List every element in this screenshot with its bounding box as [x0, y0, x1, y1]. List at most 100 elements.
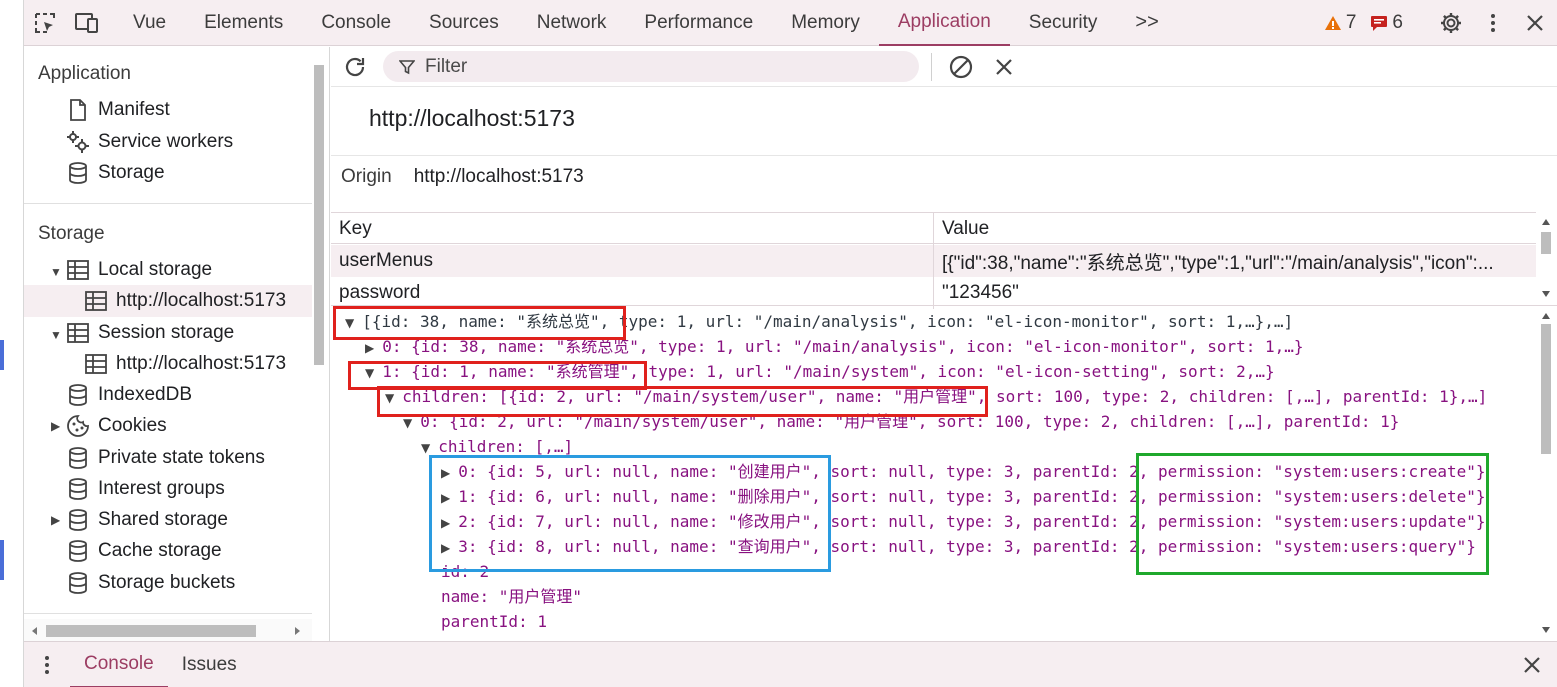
- sidebar-item-local-storage-origin[interactable]: http://localhost:5173: [84, 287, 286, 315]
- sidebar-item-label: Cache storage: [98, 540, 222, 561]
- file-icon: [66, 98, 90, 122]
- sidebar-item-indexeddb[interactable]: IndexedDB: [66, 381, 192, 409]
- tab-security[interactable]: Security: [1010, 0, 1117, 46]
- sidebar-item-storage[interactable]: Storage: [66, 159, 165, 187]
- sidebar-item-shared-storage[interactable]: Shared storage: [66, 506, 228, 534]
- close-drawer-icon[interactable]: [1523, 656, 1541, 680]
- tab-application[interactable]: Application: [878, 0, 1010, 46]
- sidebar-item-label: Shared storage: [98, 509, 228, 530]
- filter-input[interactable]: Filter: [383, 51, 919, 82]
- expanded-arrow-icon[interactable]: ▼: [345, 316, 354, 330]
- sidebar-item-cache-storage[interactable]: Cache storage: [66, 537, 222, 565]
- collapsed-arrow-icon[interactable]: ▶: [51, 513, 60, 527]
- preview-line[interactable]: ▼ children: [{id: 2, url: "/main/system/u…: [385, 384, 1487, 409]
- sidebar-item-session-storage-origin[interactable]: http://localhost:5173: [84, 350, 286, 378]
- sidebar-vertical-scrollbar[interactable]: [313, 55, 325, 615]
- gears-icon: [66, 130, 90, 154]
- tab-sources[interactable]: Sources: [410, 0, 518, 46]
- preview-line[interactable]: ▶ 3: {id: 8, url: null, name: "查询用户", sor…: [441, 534, 1476, 559]
- preview-line[interactable]: ▼ 0: {id: 2, url: "/main/system/user", na…: [403, 409, 1399, 434]
- table-row[interactable]: userMenus [{"id":38,"name":"系统总览","type"…: [331, 245, 1536, 277]
- sidebar-item-label: Session storage: [98, 322, 235, 343]
- table-vertical-scrollbar[interactable]: [1539, 214, 1553, 302]
- sidebar-horizontal-scrollbar[interactable]: [24, 619, 312, 641]
- storage-table: Key Value userMenus [{"id":38,"name":"系统…: [331, 212, 1557, 309]
- application-heading: Application: [38, 63, 131, 84]
- storage-filter-bar: Filter: [331, 47, 1557, 87]
- collapsed-arrow-icon[interactable]: ▶: [365, 341, 374, 355]
- sidebar-item-service-workers[interactable]: Service workers: [66, 128, 233, 156]
- tab-performance[interactable]: Performance: [625, 0, 772, 46]
- database-icon: [66, 508, 90, 532]
- preview-line[interactable]: ▶ 0: {id: 5, url: null, name: "创建用户", sor…: [441, 459, 1486, 484]
- warnings-badge[interactable]: 7: [1324, 12, 1356, 34]
- sidebar-item-label: Cookies: [98, 415, 167, 436]
- sidebar-item-local-storage[interactable]: Local storage: [66, 256, 212, 284]
- settings-gear-icon[interactable]: [1429, 0, 1473, 46]
- expanded-arrow-icon[interactable]: ▼: [50, 328, 62, 342]
- messages-count: 6: [1392, 12, 1403, 33]
- tab-elements[interactable]: Elements: [185, 0, 302, 46]
- table-icon: [66, 258, 90, 282]
- filter-placeholder: Filter: [425, 55, 468, 77]
- refresh-icon[interactable]: [343, 55, 367, 85]
- sidebar-item-cookies[interactable]: Cookies: [66, 412, 167, 440]
- sidebar-item-interest-groups[interactable]: Interest groups: [66, 475, 225, 503]
- database-icon: [66, 161, 90, 185]
- clear-all-icon[interactable]: [948, 54, 974, 86]
- preview-line[interactable]: ▼ [{id: 38, name: "系统总览", type: 1, url: "…: [345, 309, 1293, 334]
- preview-vertical-scrollbar[interactable]: [1539, 308, 1553, 638]
- drawer-tab-console[interactable]: Console: [70, 642, 168, 687]
- delete-selected-icon[interactable]: [995, 58, 1013, 82]
- tab-memory[interactable]: Memory: [772, 0, 879, 46]
- sidebar-item-private-state-tokens[interactable]: Private state tokens: [66, 444, 265, 472]
- page-edge-mark: [0, 340, 4, 370]
- sidebar-item-label: Storage: [98, 162, 165, 183]
- tab-network[interactable]: Network: [518, 0, 626, 46]
- tab-console[interactable]: Console: [302, 0, 410, 46]
- inspect-element-icon[interactable]: [24, 0, 66, 46]
- sidebar-divider: [24, 613, 312, 614]
- storage-heading: Storage: [38, 223, 105, 244]
- collapsed-arrow-icon[interactable]: ▶: [441, 516, 450, 530]
- preview-line[interactable]: ▶ 1: {id: 6, url: null, name: "删除用户", sor…: [441, 484, 1486, 509]
- preview-line[interactable]: parentId: 1: [441, 609, 547, 634]
- expanded-arrow-icon[interactable]: ▼: [365, 366, 374, 380]
- collapsed-arrow-icon[interactable]: ▶: [441, 541, 450, 555]
- cookie-icon: [66, 414, 90, 438]
- collapsed-arrow-icon[interactable]: ▶: [441, 466, 450, 480]
- sidebar-item-label: IndexedDB: [98, 384, 193, 405]
- expanded-arrow-icon[interactable]: ▼: [50, 265, 62, 279]
- sidebar-item-manifest[interactable]: Manifest: [66, 96, 170, 124]
- messages-badge[interactable]: 6: [1370, 12, 1403, 34]
- more-tabs-button[interactable]: >>: [1116, 0, 1177, 46]
- collapsed-arrow-icon[interactable]: ▶: [51, 419, 60, 433]
- column-header-key[interactable]: Key: [331, 213, 934, 245]
- preview-line[interactable]: ▼ children: [,…]: [421, 434, 573, 459]
- sidebar-item-session-storage[interactable]: Session storage: [66, 319, 234, 347]
- origin-row: Origin http://localhost:5173: [341, 166, 584, 188]
- expanded-arrow-icon[interactable]: ▼: [403, 416, 412, 430]
- database-icon: [66, 446, 90, 470]
- expanded-arrow-icon[interactable]: ▼: [421, 441, 430, 455]
- message-icon: [1371, 16, 1388, 31]
- toolbar-divider: [931, 53, 932, 81]
- more-options-icon[interactable]: [1473, 0, 1513, 46]
- preview-line[interactable]: ▶ 0: {id: 38, name: "系统总览", type: 1, url:…: [365, 334, 1304, 359]
- device-toolbar-icon[interactable]: [66, 0, 108, 46]
- preview-line[interactable]: id: 2: [441, 559, 489, 584]
- origin-title: http://localhost:5173: [369, 105, 575, 131]
- close-devtools-icon[interactable]: [1513, 0, 1557, 46]
- preview-line[interactable]: ▶ 2: {id: 7, url: null, name: "修改用户", sor…: [441, 509, 1486, 534]
- devtools-toolbar: Vue Elements Console Sources Network Per…: [24, 0, 1557, 46]
- preview-line[interactable]: name: "用户管理": [441, 584, 582, 609]
- sidebar-item-storage-buckets[interactable]: Storage buckets: [66, 569, 235, 597]
- drawer-menu-icon[interactable]: [24, 642, 70, 687]
- expanded-arrow-icon[interactable]: ▼: [385, 391, 394, 405]
- drawer-tab-issues[interactable]: Issues: [168, 642, 251, 687]
- preview-line[interactable]: ▼ 1: {id: 1, name: "系统管理", type: 1, url: …: [365, 359, 1275, 384]
- tab-vue[interactable]: Vue: [114, 0, 185, 46]
- column-header-value[interactable]: Value: [934, 213, 1536, 245]
- collapsed-arrow-icon[interactable]: ▶: [441, 491, 450, 505]
- table-cell-key: userMenus: [331, 245, 934, 277]
